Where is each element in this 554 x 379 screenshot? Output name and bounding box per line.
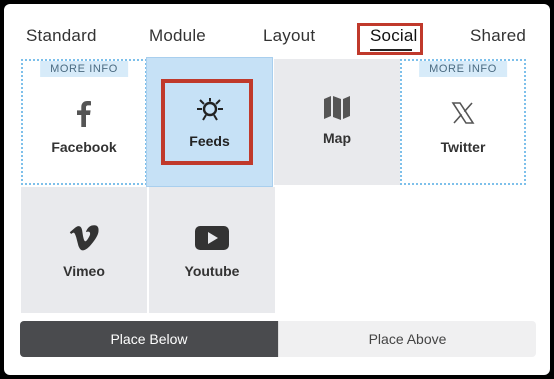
tab-standard[interactable]: Standard [26, 26, 97, 46]
tile-label-map: Map [323, 130, 351, 146]
tile-label-twitter: Twitter [440, 139, 486, 155]
tile-label-facebook: Facebook [51, 139, 117, 155]
map-icon [324, 96, 350, 120]
tile-facebook[interactable]: MORE INFO Facebook [21, 59, 147, 185]
placement-toggle: Place Below Place Above [20, 321, 536, 357]
tab-module[interactable]: Module [149, 26, 206, 46]
category-tabs: Standard Module Layout Social Shared [4, 4, 550, 62]
vimeo-icon [69, 225, 99, 251]
feeds-highlight-box [161, 79, 253, 165]
more-info-badge[interactable]: MORE INFO [419, 61, 507, 77]
tab-shared[interactable]: Shared [470, 26, 526, 46]
tile-map[interactable]: Map [274, 59, 400, 185]
widget-picker-panel: Standard Module Layout Social Shared MOR… [4, 4, 550, 375]
x-twitter-icon [451, 102, 475, 124]
place-below-button[interactable]: Place Below [20, 321, 278, 357]
tile-label-youtube: Youtube [184, 263, 240, 279]
tile-label-vimeo: Vimeo [63, 263, 105, 279]
youtube-icon [195, 226, 229, 250]
social-tab-highlight-box [357, 23, 423, 55]
tile-vimeo[interactable]: Vimeo [21, 187, 147, 313]
more-info-badge[interactable]: MORE INFO [40, 61, 128, 77]
facebook-icon [77, 101, 91, 127]
tile-twitter[interactable]: MORE INFO Twitter [400, 59, 526, 185]
tab-layout[interactable]: Layout [263, 26, 315, 46]
tile-youtube[interactable]: Youtube [149, 187, 275, 313]
place-above-button[interactable]: Place Above [278, 321, 536, 357]
